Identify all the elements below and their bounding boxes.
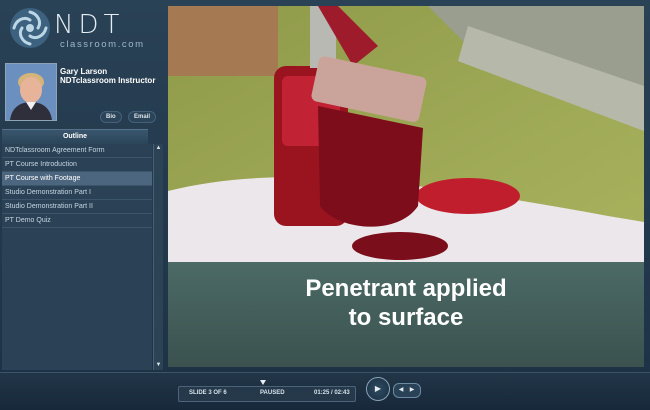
outline-scrollbar[interactable]: ▲ ▼ (153, 144, 163, 370)
video-scene (168, 6, 644, 264)
caption-line-2: to surface (348, 304, 464, 331)
scroll-down-arrow-icon[interactable]: ▼ (154, 361, 163, 370)
skip-controls: ◀ ▶ (393, 383, 421, 398)
seek-thumb-icon[interactable] (260, 380, 266, 385)
logo-sub-text: classroom.com (60, 39, 145, 50)
playback-status: PAUSED (260, 390, 285, 396)
video-frame[interactable]: Penetrant applied to surface (168, 6, 644, 367)
time-readout: 01:25 / 02:43 (314, 390, 350, 396)
play-button[interactable]: ▶ (366, 377, 390, 401)
outline-list: NDTclassroom Agreement Form PT Course In… (2, 144, 152, 370)
swirl-logo-icon (10, 8, 50, 48)
outline-item-demo-quiz[interactable]: PT Demo Quiz (2, 214, 152, 228)
caption-line-1: Penetrant applied (305, 275, 507, 302)
outline-item-agreement-form[interactable]: NDTclassroom Agreement Form (2, 144, 152, 158)
video-caption: Penetrant applied to surface (168, 274, 644, 332)
tab-outline[interactable]: Outline (2, 129, 148, 144)
outline-item-course-with-footage[interactable]: PT Course with Footage (2, 172, 152, 186)
instructor-title: NDTclassroom Instructor (60, 76, 156, 85)
slide-counter: SLIDE 3 OF 6 (189, 390, 227, 396)
skip-forward-button[interactable]: ▶ (406, 384, 418, 397)
bio-button[interactable]: Bio (100, 111, 122, 123)
outline-item-course-introduction[interactable]: PT Course Introduction (2, 158, 152, 172)
scroll-up-arrow-icon[interactable]: ▲ (154, 144, 163, 153)
skip-back-icon: ◀ (398, 387, 404, 393)
skip-forward-icon: ▶ (409, 387, 415, 393)
outline-item-studio-demo-part-1[interactable]: Studio Demonstration Part I (2, 186, 152, 200)
instructor-photo-icon (6, 64, 56, 120)
play-icon: ▶ (374, 384, 382, 393)
email-button[interactable]: Email (128, 111, 157, 123)
player-window: NDT classroom.com Gary Larson NDTclassro… (0, 0, 650, 410)
sidebar: NDT classroom.com Gary Larson NDTclassro… (0, 0, 168, 372)
instructor-name: Gary Larson (60, 67, 108, 76)
outline-item-studio-demo-part-2[interactable]: Studio Demonstration Part II (2, 200, 152, 214)
ndt-logo: NDT classroom.com (6, 6, 164, 52)
logo-main-text: NDT (54, 10, 125, 40)
avatar (5, 63, 57, 121)
